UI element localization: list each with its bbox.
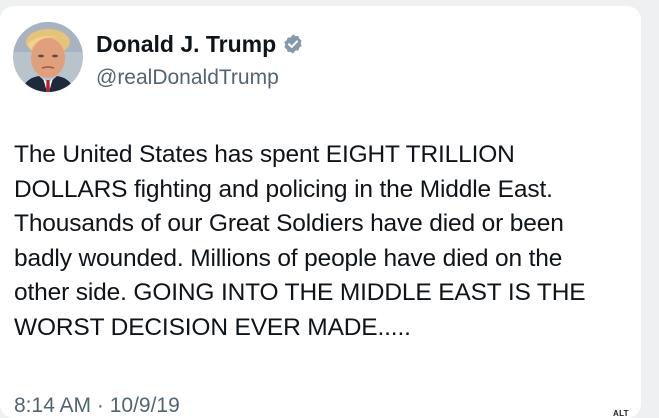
verified-badge-icon [282, 33, 304, 61]
author-display-name[interactable]: Donald J. Trump [96, 31, 304, 61]
tweet-timestamp[interactable]: 8:14 AM · 10/9/19 [14, 394, 180, 418]
author-name-text: Donald J. Trump [96, 31, 277, 57]
profile-avatar[interactable] [13, 22, 83, 92]
tweet-card: Donald J. Trump @realDonaldTrump The Uni… [0, 6, 641, 418]
alt-text-badge[interactable]: ALT [613, 409, 629, 418]
author-handle[interactable]: @realDonaldTrump [96, 66, 279, 90]
tweet-text: The United States has spent EIGHT TRILLI… [14, 141, 586, 341]
avatar-image [13, 22, 83, 92]
